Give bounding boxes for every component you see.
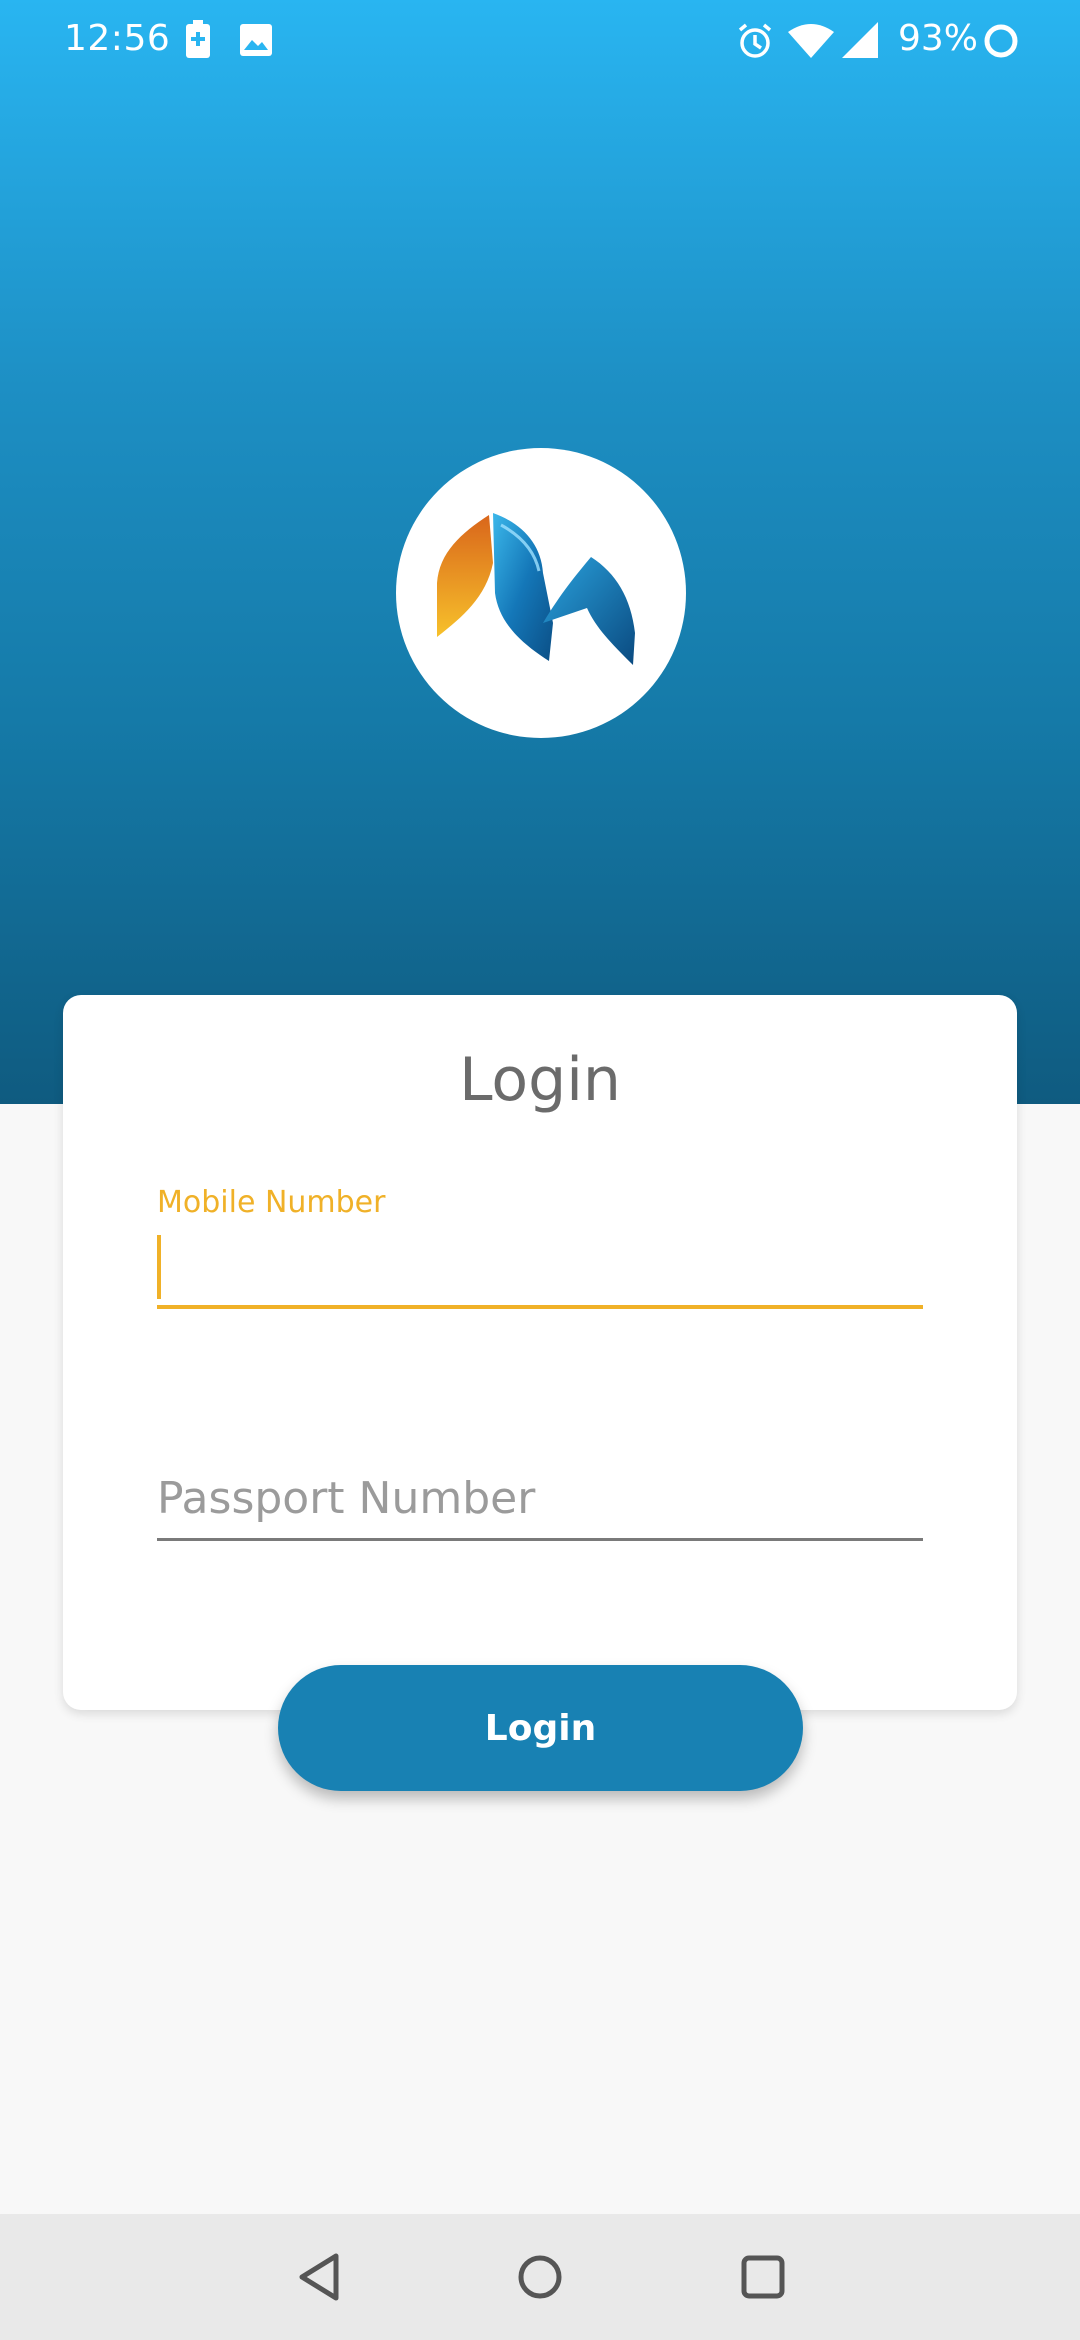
status-bar: 12:56 93% [0,0,1080,80]
battery-percent: 93% [898,18,979,59]
battery-charging-icon [186,20,210,62]
recents-icon[interactable] [740,2252,786,2306]
back-icon[interactable] [296,2252,342,2306]
mobile-number-label: Mobile Number [157,1185,386,1220]
wifi-icon [788,24,834,62]
status-time: 12:56 [64,18,171,59]
card-title: Login [459,1045,621,1115]
login-button-label: Login [484,1707,597,1749]
passport-number-placeholder: Passport Number [157,1473,536,1524]
signal-icon [842,22,878,62]
login-button[interactable]: Login [278,1665,803,1791]
mobile-number-input[interactable] [157,1235,923,1309]
battery-ring-icon [982,22,1020,64]
gallery-icon [240,24,272,60]
app-logo [396,448,686,738]
app-logo-icon [437,513,635,665]
home-icon[interactable] [516,2252,564,2306]
navigation-bar [0,2214,1080,2340]
login-card: Login Mobile Number Passport Number [63,995,1017,1710]
text-cursor [157,1235,161,1299]
alarm-icon [736,22,774,64]
passport-number-input[interactable]: Passport Number [157,1465,923,1541]
